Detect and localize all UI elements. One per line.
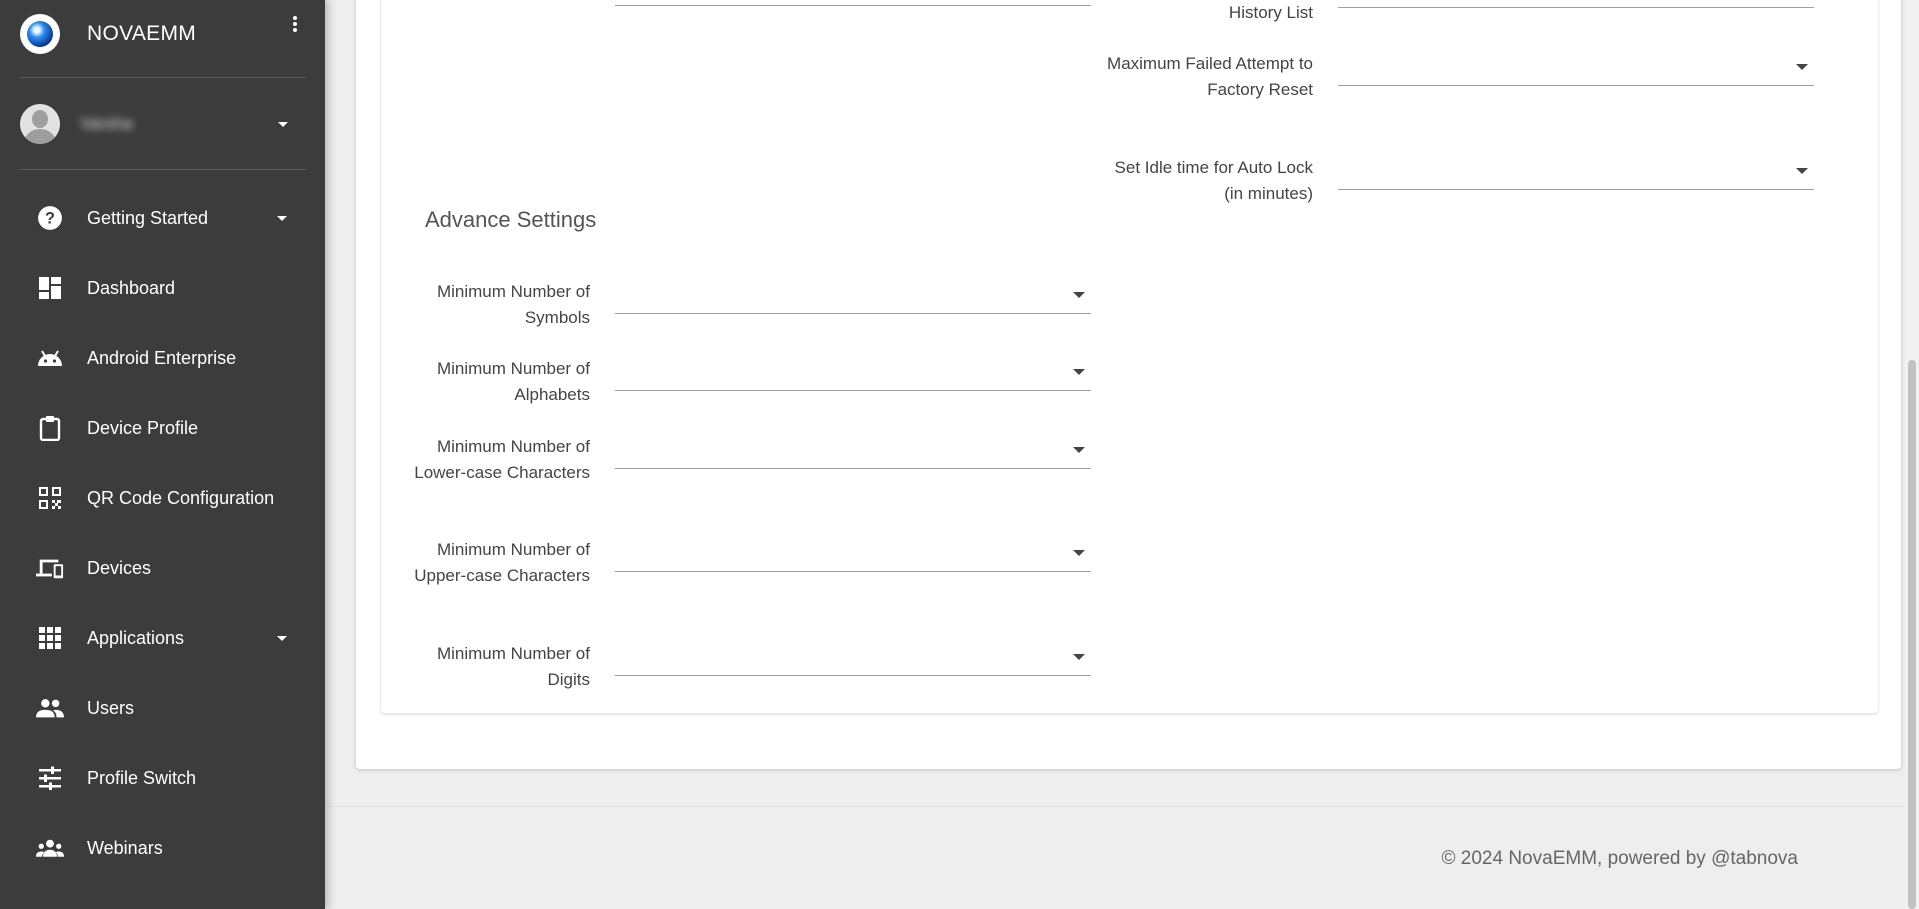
idle-time-label: Set Idle time for Auto Lock (in minutes) — [1114, 158, 1313, 203]
clipboard-icon — [36, 414, 64, 442]
brand-name: NOVAEMM — [87, 22, 197, 45]
sidebar-item-label: Profile Switch — [87, 767, 197, 788]
svg-text:?: ? — [45, 209, 55, 227]
min-lowercase-label: Minimum Number of Lower-case Characters — [414, 437, 590, 482]
section-title: Advance Settings — [425, 207, 597, 232]
sidebar-item-label: Getting Started — [87, 207, 209, 228]
sidebar-item-users[interactable]: Users — [0, 680, 325, 736]
dropdown-arrow-icon — [1073, 292, 1085, 298]
max-failed-attempts-select[interactable] — [1338, 46, 1814, 86]
dropdown-arrow-icon — [1073, 369, 1085, 375]
sidebar-item-label: Dashboard — [87, 277, 176, 298]
scrollbar-thumb[interactable] — [1908, 360, 1916, 909]
min-lowercase-select[interactable] — [615, 429, 1091, 469]
dropdown-arrow-icon — [1796, 64, 1808, 70]
history-list-label: History List — [1228, 3, 1313, 22]
devices-icon — [36, 554, 64, 582]
page-scrollbar[interactable] — [1905, 0, 1919, 909]
min-uppercase-label: Minimum Number of Upper-case Characters — [414, 540, 590, 585]
min-symbols-select[interactable] — [615, 274, 1091, 314]
sidebar-item-applications[interactable]: Applications — [0, 610, 325, 666]
help-circle-icon: ? — [36, 204, 64, 232]
groups-icon — [36, 834, 64, 862]
min-digits-label: Minimum Number of Digits — [436, 644, 590, 689]
min-alphabets-select[interactable] — [615, 351, 1091, 391]
sidebar-item-devices[interactable]: Devices — [0, 540, 325, 596]
dashboard-icon — [36, 274, 64, 302]
footer-divider — [325, 806, 1919, 807]
sidebar-item-label: Users — [87, 697, 135, 718]
footer-copyright: © 2024 NovaEMM, powered by @tabnova — [1441, 848, 1798, 869]
max-failed-attempts-label: Maximum Failed Attempt to Factory Reset — [1107, 54, 1313, 99]
min-alphabets-label: Minimum Number of Alphabets — [436, 359, 590, 404]
sidebar-item-device-profile[interactable]: Device Profile — [0, 400, 325, 456]
sidebar-item-qr-code-configuration[interactable]: QR Code Configuration — [0, 470, 325, 526]
sidebar-item-profile-switch[interactable]: Profile Switch — [0, 750, 325, 806]
dropdown-arrow-icon — [1073, 550, 1085, 556]
apps-grid-icon — [36, 624, 64, 652]
dropdown-arrow-icon — [1073, 447, 1085, 453]
sidebar-item-dashboard[interactable]: Dashboard — [0, 260, 325, 316]
sidebar-divider — [20, 169, 306, 170]
sidebar: NOVAEMM Varsha ? Getting Started Dashboa… — [0, 0, 325, 909]
min-uppercase-select[interactable] — [615, 532, 1091, 572]
qr-code-icon — [36, 484, 64, 512]
android-icon — [36, 344, 64, 372]
history-list-select[interactable] — [1338, 0, 1814, 8]
sidebar-item-android-enterprise[interactable]: Android Enterprise — [0, 330, 325, 386]
caret-down-icon — [277, 636, 287, 641]
password-policy-card — [381, 0, 1878, 713]
sidebar-item-webinars[interactable]: Webinars — [0, 820, 325, 876]
sidebar-item-label: QR Code Configuration — [87, 487, 275, 508]
brand[interactable]: NOVAEMM — [20, 10, 306, 58]
sidebar-item-label: Devices — [87, 557, 152, 578]
novaemm-logo — [20, 14, 60, 54]
min-digits-select[interactable] — [615, 636, 1091, 676]
sidebar-item-getting-started[interactable]: ? Getting Started — [0, 190, 325, 246]
users-icon — [36, 694, 64, 722]
min-symbols-label: Minimum Number of Symbols — [436, 282, 590, 327]
avatar — [20, 104, 60, 144]
sidebar-item-label: Webinars — [87, 837, 163, 858]
sidebar-divider — [20, 77, 306, 78]
sidebar-item-label: Device Profile — [87, 417, 199, 438]
sidebar-item-label: Android Enterprise — [87, 347, 237, 368]
tune-icon — [36, 764, 64, 792]
dropdown-arrow-icon — [1796, 168, 1808, 174]
dropdown-arrow-icon — [1073, 654, 1085, 660]
caret-down-icon — [278, 122, 288, 127]
sidebar-item-label: Applications — [87, 627, 185, 648]
user-name: Varsha — [80, 114, 133, 133]
idle-time-select[interactable] — [1338, 150, 1814, 190]
caret-down-icon — [277, 216, 287, 221]
more-vert-icon[interactable] — [285, 14, 305, 34]
user-menu[interactable]: Varsha — [20, 100, 306, 148]
field-underline — [615, 5, 1091, 6]
